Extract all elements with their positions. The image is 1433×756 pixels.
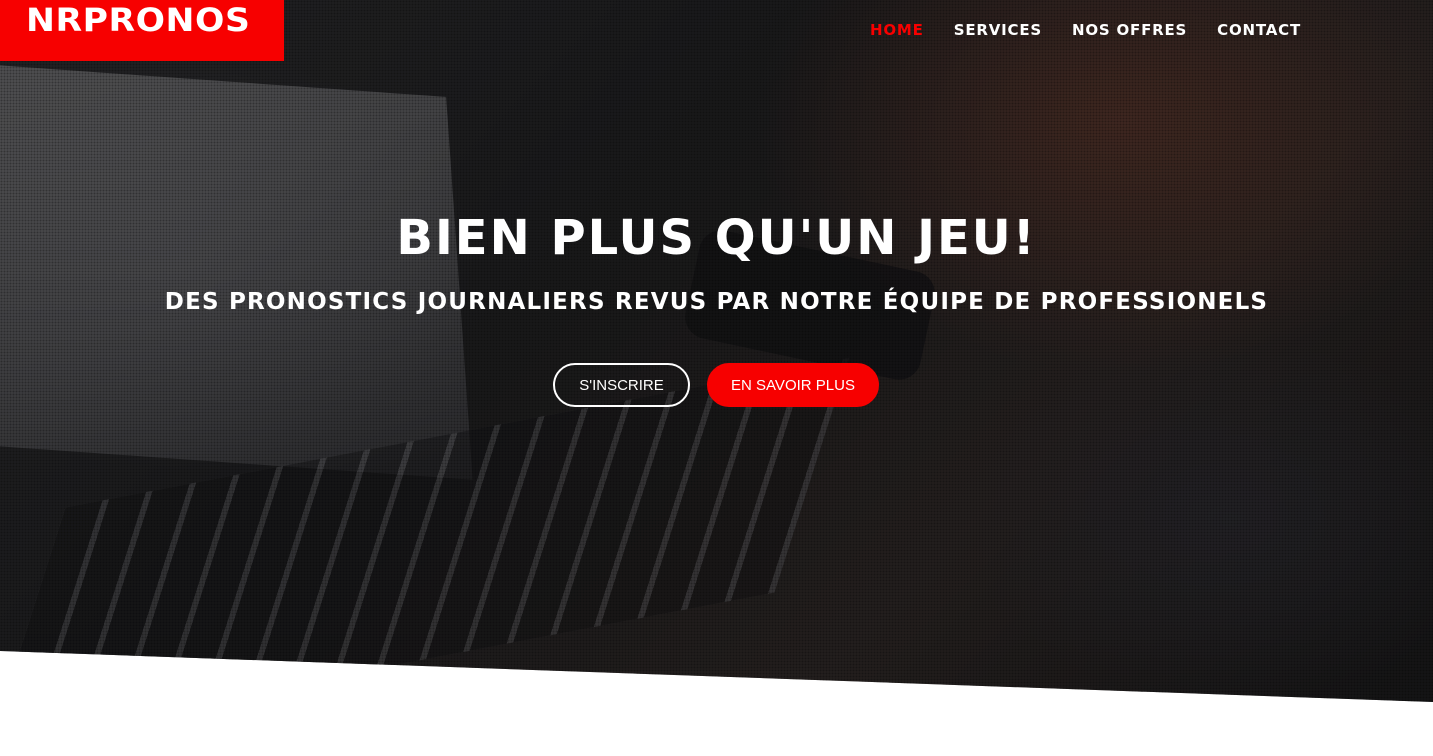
- nav-item-contact[interactable]: CONTACT: [1217, 20, 1301, 40]
- nav-item-nos-offres[interactable]: NOS OFFRES: [1072, 20, 1187, 40]
- nav-item-services[interactable]: SERVICES: [954, 20, 1042, 40]
- learn-more-button[interactable]: EN SAVOIR PLUS: [707, 363, 879, 407]
- hero-overlay: [0, 0, 1433, 702]
- nav-item-home[interactable]: HOME: [870, 20, 924, 40]
- hero-subtitle: DES PRONOSTICS JOURNALIERS REVUS PAR NOT…: [164, 289, 1269, 315]
- site-logo[interactable]: NRPRONOS: [0, 0, 284, 61]
- hero-section: BIEN PLUS QU'UN JEU! DES PRONOSTICS JOUR…: [0, 0, 1433, 702]
- signup-button[interactable]: S'INSCRIRE: [553, 363, 690, 407]
- main-nav: HOME SERVICES NOS OFFRES CONTACT: [870, 20, 1301, 40]
- logo-text: NRPRONOS: [26, 1, 251, 39]
- hero-title: BIEN PLUS QU'UN JEU!: [396, 210, 1037, 266]
